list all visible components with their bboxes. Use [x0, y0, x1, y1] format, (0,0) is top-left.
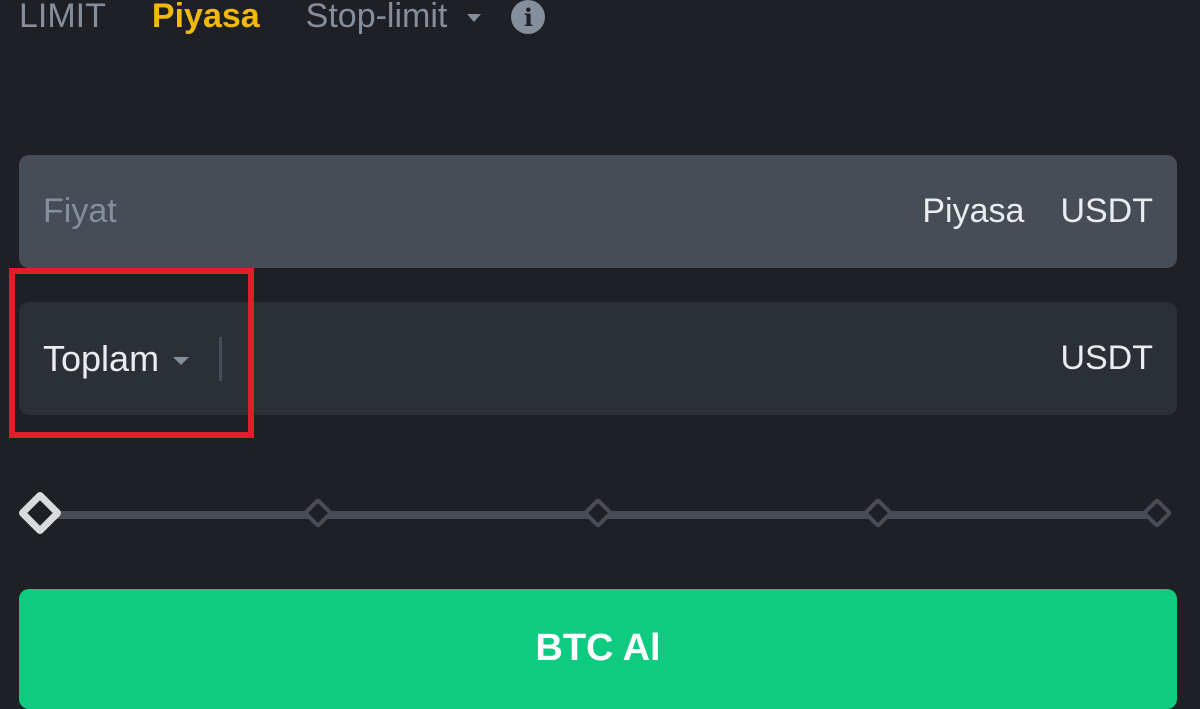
tab-stop-limit-dropdown[interactable]: Stop-limit [306, 0, 482, 44]
buy-btc-button[interactable]: BTC Al [19, 589, 1177, 709]
tab-stop-limit[interactable]: Stop-limit [306, 0, 448, 44]
tab-market[interactable]: Piyasa [152, 0, 260, 44]
price-field: Fiyat Piyasa USDT [19, 155, 1177, 268]
total-type-selector[interactable]: Toplam [43, 337, 190, 380]
amount-slider[interactable] [17, 490, 1177, 536]
total-input[interactable] [222, 301, 1061, 416]
slider-step-50[interactable] [582, 497, 614, 529]
chevron-down-icon[interactable] [467, 14, 482, 22]
total-field: Toplam USDT [19, 301, 1177, 416]
total-type-label: Toplam [43, 337, 160, 379]
slider-thumb[interactable] [17, 490, 63, 536]
price-placeholder: Fiyat [43, 192, 117, 230]
slider-step-25[interactable] [302, 497, 334, 529]
price-market-value: Piyasa [922, 192, 1025, 230]
slider-step-100[interactable] [1141, 497, 1173, 529]
slider-step-75[interactable] [862, 497, 894, 529]
info-icon[interactable]: i [511, 0, 546, 34]
order-type-tabs: LIMIT Piyasa Stop-limit i [19, 0, 546, 44]
tab-limit[interactable]: LIMIT [19, 0, 106, 44]
price-unit: USDT [1060, 192, 1153, 230]
chevron-down-icon [173, 356, 190, 365]
total-unit: USDT [1060, 339, 1153, 377]
